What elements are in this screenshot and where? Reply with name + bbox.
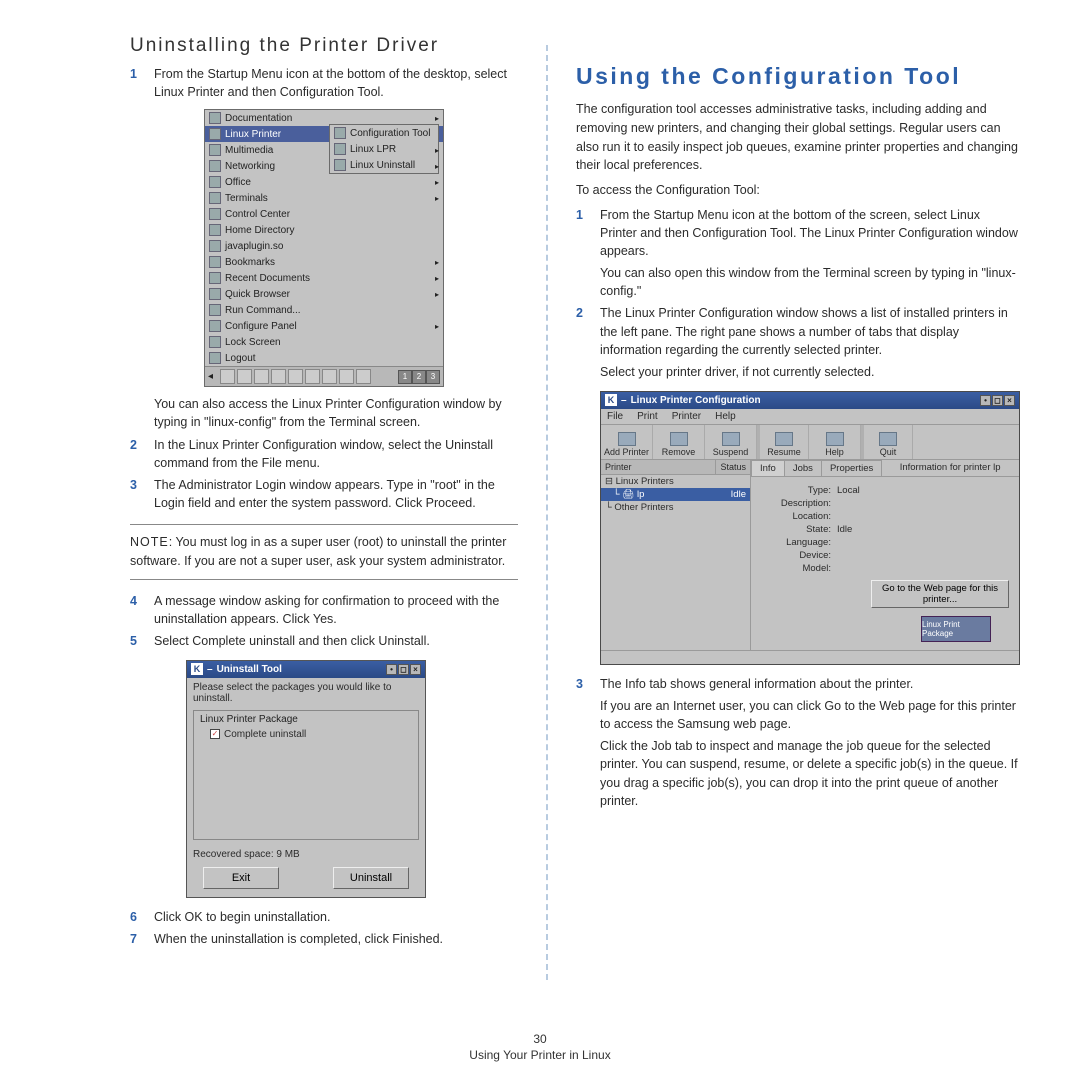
rstep-3b-text: If you are an Internet user, you can cli… [600, 697, 1020, 733]
rstep-3c-text: Click the Job tab to inspect and manage … [600, 737, 1020, 810]
step-num-5: 5 [130, 632, 144, 650]
step-1b-text: You can also access the Linux Printer Co… [154, 395, 518, 431]
config-access: To access the Configuration Tool: [576, 181, 1020, 200]
config-tool-screenshot: K–Linux Printer Configuration •◻× FilePr… [600, 391, 1020, 665]
menubar: FilePrint PrinterHelp [601, 409, 1019, 425]
logo: Linux Print Package [921, 616, 991, 642]
rstep-1-text: From the Startup Menu icon at the bottom… [600, 206, 1020, 260]
exit-button[interactable]: Exit [203, 867, 279, 889]
step-4-text: A message window asking for confirmation… [154, 592, 518, 628]
rstep-num-1: 1 [576, 206, 590, 260]
rstep-2-text: The Linux Printer Configuration window s… [600, 304, 1020, 358]
uninstall-button[interactable]: Uninstall [333, 867, 409, 889]
taskbar: ◂ 123 [205, 366, 443, 386]
rstep-1b-text: You can also open this window from the T… [600, 264, 1020, 300]
page-footer: 30 Using Your Printer in Linux [0, 1032, 1080, 1062]
rstep-num-2: 2 [576, 304, 590, 358]
rstep-2b-text: Select your printer driver, if not curre… [600, 363, 1020, 381]
rstep-num-3: 3 [576, 675, 590, 693]
start-menu-screenshot: Documentation▸ Linux Printer▸ Configurat… [204, 109, 444, 387]
step-num-1: 1 [130, 65, 144, 101]
column-divider [546, 45, 548, 980]
config-intro: The configuration tool accesses administ… [576, 100, 1020, 175]
note-block: NOTE: You must log in as a super user (r… [130, 524, 518, 580]
step-num-6: 6 [130, 908, 144, 926]
step-num-4: 4 [130, 592, 144, 628]
toolbar: Add Printer Remove Suspend Resume Help Q… [601, 425, 1019, 460]
step-num-2: 2 [130, 436, 144, 472]
titlebar: K–Uninstall Tool •◻× [187, 661, 425, 678]
step-1-text: From the Startup Menu icon at the bottom… [154, 65, 518, 101]
step-3-text: The Administrator Login window appears. … [154, 476, 518, 512]
tabs: Info Jobs Properties Information for pri… [751, 460, 1019, 477]
step-2-text: In the Linux Printer Configuration windo… [154, 436, 518, 472]
step-6-text: Click OK to begin uninstallation. [154, 908, 518, 926]
titlebar: K–Linux Printer Configuration •◻× [601, 392, 1019, 409]
printer-tree: PrinterStatus ⊟ Linux Printers └ 🖨 lpIdl… [601, 460, 751, 650]
step-5-text: Select Complete uninstall and then click… [154, 632, 518, 650]
step-num-3: 3 [130, 476, 144, 512]
step-num-7: 7 [130, 930, 144, 948]
go-web-button[interactable]: Go to the Web page for this printer... [871, 580, 1009, 608]
uninstall-heading: Uninstalling the Printer Driver [130, 35, 518, 57]
uninstall-tool-screenshot: K–Uninstall Tool •◻× Please select the p… [186, 660, 426, 898]
step-7-text: When the uninstallation is completed, cl… [154, 930, 518, 948]
rstep-3-text: The Info tab shows general information a… [600, 675, 1020, 693]
config-heading: Using the Configuration Tool [576, 63, 1020, 90]
